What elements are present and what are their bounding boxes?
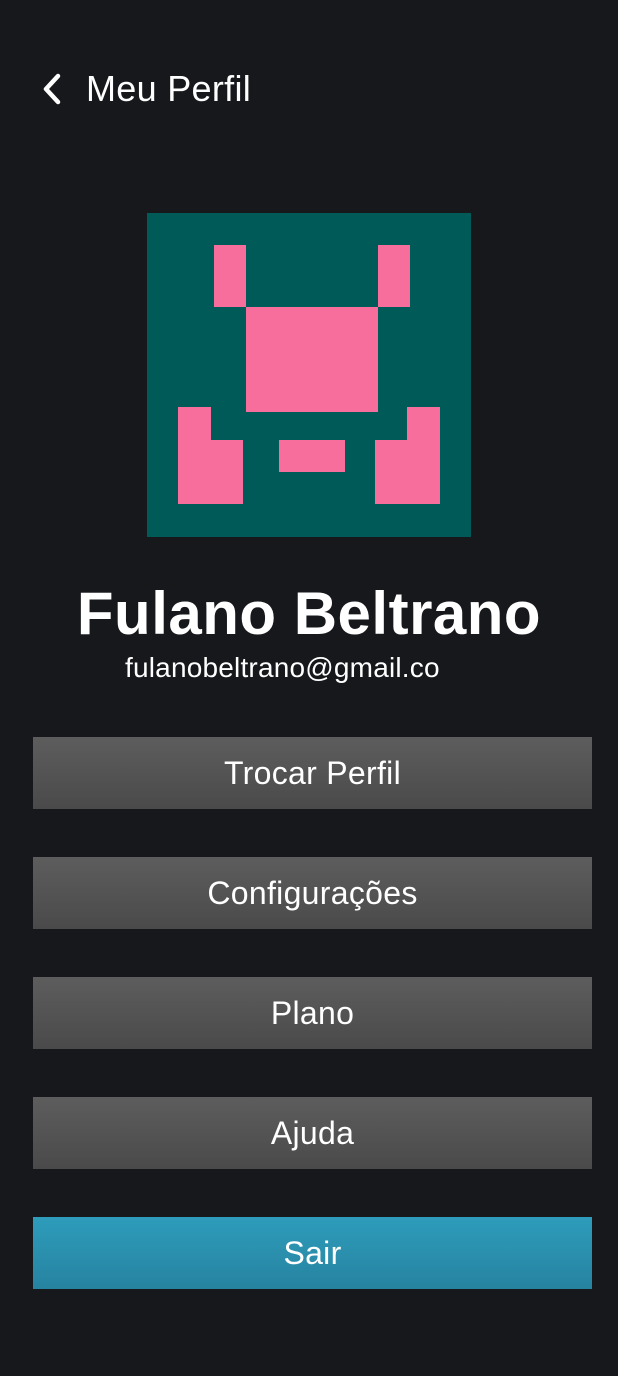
user-name: Fulano Beltrano xyxy=(76,580,542,647)
page-header: Meu Perfil xyxy=(38,66,251,112)
plan-button[interactable]: Plano xyxy=(33,977,592,1049)
chevron-left-icon xyxy=(43,73,61,105)
avatar xyxy=(147,213,471,537)
logout-button[interactable]: Sair xyxy=(33,1217,592,1289)
help-button[interactable]: Ajuda xyxy=(33,1097,592,1169)
switch-profile-button[interactable]: Trocar Perfil xyxy=(33,737,592,809)
back-button[interactable] xyxy=(38,66,66,112)
page-title: Meu Perfil xyxy=(86,68,252,109)
avatar-icon xyxy=(147,213,471,537)
user-email: fulanobeltrano@gmail.co xyxy=(125,652,440,683)
settings-button[interactable]: Configurações xyxy=(33,857,592,929)
